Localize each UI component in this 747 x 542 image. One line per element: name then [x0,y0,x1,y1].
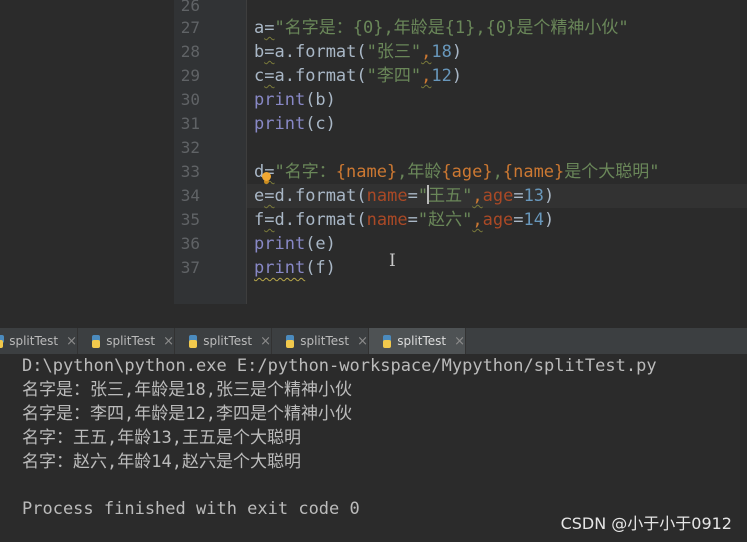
close-icon[interactable]: × [454,334,465,349]
line-number: 28 [180,42,200,61]
close-icon[interactable]: × [260,334,271,349]
python-file-icon [92,334,101,348]
tab-splittest-2[interactable]: splitTest × [78,328,175,354]
line-number: 33 [180,162,200,181]
close-icon[interactable]: × [163,334,174,349]
console-line: D:\python\python.exe E:/python-workspace… [22,356,657,376]
editor-bottom-area [0,304,747,328]
console-line: 名字是：李四,年龄是12,李四是个精神小伙 [22,404,352,424]
close-icon[interactable]: × [357,334,368,349]
python-file-icon [0,334,5,348]
code-line-37[interactable]: print(f) [254,256,336,280]
line-number: 34 [180,186,200,205]
python-file-icon [383,334,392,348]
run-tabs-bar: splitTest × splitTest × splitTest × spli… [0,328,747,355]
code-line-29[interactable]: c=a.format("李四",12) [254,64,462,88]
python-file-icon [189,334,198,348]
code-line-31[interactable]: print(c) [254,112,336,136]
close-icon[interactable]: × [66,334,77,349]
console-line: 名字是：张三,年龄是18,张三是个精神小伙 [22,380,352,400]
line-number: 30 [180,90,200,109]
text-cursor-icon: I [389,251,396,271]
console-exit-line: Process finished with exit code 0 [22,499,360,519]
console-line: 名字：赵六,年龄14,赵六是个大聪明 [22,452,301,472]
tab-splittest-3[interactable]: splitTest × [175,328,272,354]
code-line-27[interactable]: a="名字是：{0},年龄是{1},{0}是个精神小伙" [254,16,629,40]
tab-splittest-4[interactable]: splitTest × [272,328,369,354]
code-line-36[interactable]: print(e) [254,232,336,256]
left-panel [0,0,175,328]
python-file-icon [286,334,295,348]
run-console[interactable]: D:\python\python.exe E:/python-workspace… [0,354,747,542]
code-line-34[interactable]: e=d.format(name="王五",age=13) [254,184,554,208]
line-number: 37 [180,258,200,277]
line-number: 35 [180,210,200,229]
tab-splittest-5-active[interactable]: splitTest × [369,328,466,354]
line-number: 36 [180,234,200,253]
code-line-33[interactable]: d="名字：{name},年龄{age},{name}是个大聪明" [254,160,660,184]
line-number: 29 [180,66,200,85]
line-number: 31 [180,114,200,133]
code-line-28[interactable]: b=a.format("张三",18) [254,40,462,64]
line-number: 32 [180,138,200,157]
gutter-separator [246,0,247,304]
console-line: 名字：王五,年龄13,王五是个大聪明 [22,428,301,448]
code-line-30[interactable]: print(b) [254,88,336,112]
code-editor[interactable]: 26 27 28 29 30 31 32 33 34 35 36 37 a="名… [0,0,747,328]
tab-splittest-1[interactable]: splitTest × [0,328,78,354]
intention-bulb-icon[interactable] [262,172,271,181]
code-line-35[interactable]: f=d.format(name="赵六",age=14) [254,208,554,232]
line-number: 27 [180,18,200,37]
watermark: CSDN @小于小于0912 [560,514,732,533]
